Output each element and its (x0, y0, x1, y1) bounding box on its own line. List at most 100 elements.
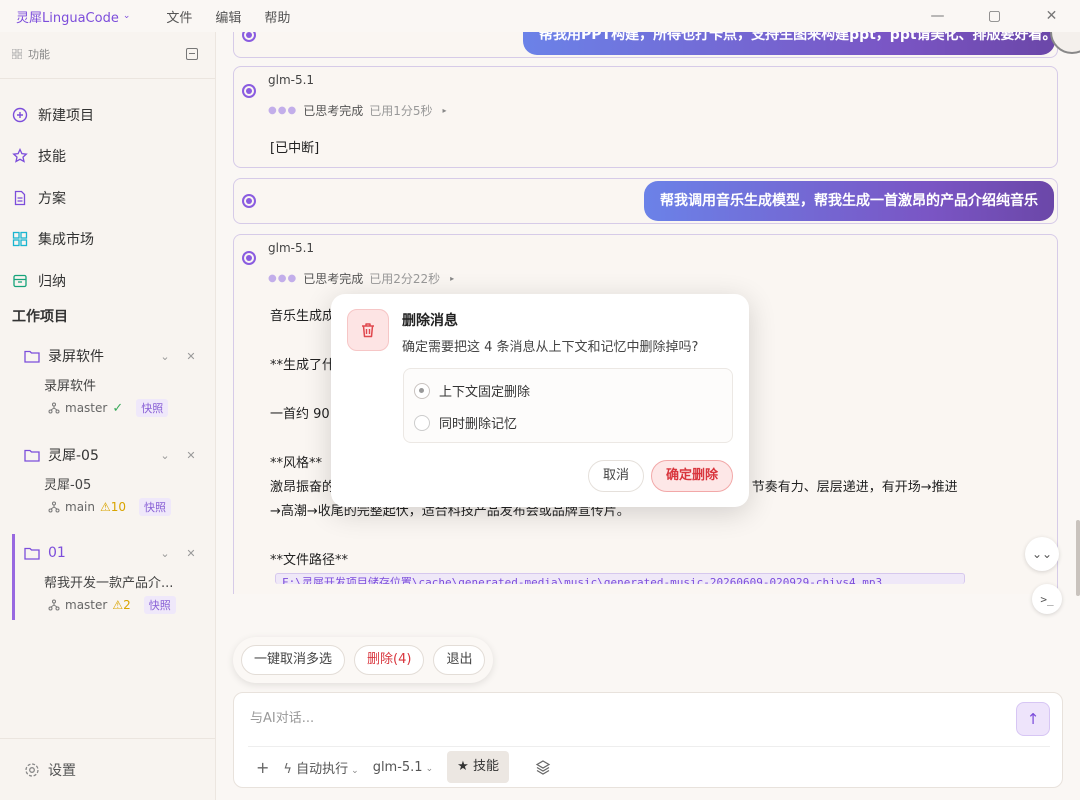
project-item[interactable]: 录屏软件 ⌄ ✕ 录屏软件 master ✓ 快照 (12, 345, 204, 417)
sidebar-item-label: 方案 (38, 190, 66, 207)
sidebar-item-archive[interactable]: 归纳 (12, 260, 204, 302)
skills-button[interactable]: ★ 技能 (447, 751, 509, 783)
message-select-radio[interactable] (242, 84, 256, 98)
branch-icon (48, 402, 60, 414)
thinking-status[interactable]: ●●● 已思考完成 已用1分5秒 ▸ (268, 102, 447, 119)
chevron-down-icon: ⌄ (425, 763, 434, 774)
settings-label: 设置 (48, 763, 76, 779)
chevron-down-icon: ⌄ (122, 11, 131, 21)
send-button[interactable]: ↑ (1016, 702, 1050, 736)
user-message-bubble: 帮我调用音乐生成模型，帮我生成一首激昂的产品介绍纯音乐 (644, 181, 1054, 221)
radio-unselected[interactable] (414, 414, 430, 431)
scrollbar-thumb[interactable] (1076, 520, 1080, 596)
settings-button[interactable]: 设置 (24, 760, 76, 780)
arrow-up-icon: ↑ (1026, 710, 1040, 728)
project-name: 录屏软件 (48, 349, 104, 365)
exit-multiselect-button[interactable]: 退出 (433, 645, 486, 675)
auto-exec-dropdown[interactable]: ϟ 自动执行 ⌄ (283, 758, 358, 777)
sidebar-item-skills[interactable]: 技能 (12, 136, 204, 178)
warning-count: ⚠2 (112, 598, 131, 612)
gear-icon (25, 763, 39, 777)
project-item[interactable]: 灵犀-05 ⌄ ✕ 灵犀-05 main ⚠10 快照 (12, 444, 204, 516)
sidebar-item-plans[interactable]: 方案 (12, 177, 204, 219)
plus-circle-icon (12, 107, 28, 122)
terminal-button[interactable]: >_ (1032, 584, 1062, 614)
branch-name: main (65, 500, 95, 514)
snapshot-badge[interactable]: 快照 (136, 399, 169, 417)
radio-selected[interactable] (414, 382, 430, 399)
window-controls: — ▢ ✕ (909, 0, 1080, 32)
message-select-radio[interactable] (242, 251, 256, 265)
chevron-down-icon[interactable]: ⌄ (152, 547, 178, 560)
document-icon (14, 190, 26, 205)
scroll-to-bottom-button[interactable]: ⌄⌄ (1025, 537, 1059, 571)
chat-input[interactable]: 与AI对话... (250, 707, 314, 726)
sidebar-item-market[interactable]: 集成市场 (12, 219, 204, 261)
section-title-projects: 工作项目 (12, 309, 68, 325)
sidebar-nav: 新建项目 技能 方案 集成市场 归纳 (12, 94, 204, 302)
branch-icon (48, 599, 60, 611)
snapshot-badge[interactable]: 快照 (143, 596, 176, 614)
sidebar: 功能 新建项目 技能 方案 集成市场 归纳 工作项目 录屏软件 ⌄ ✕ 录屏软件… (0, 32, 216, 800)
dialog-title: 删除消息 (402, 313, 458, 329)
thinking-dots-icon: ●●● (268, 273, 298, 284)
message-text: [已中断] (270, 141, 320, 156)
expand-icon: ▸ (450, 274, 455, 283)
project-name: 01 (48, 545, 66, 561)
chevron-down-icon: ⌄ (351, 765, 359, 776)
project-item-active[interactable]: 01 ⌄ ✕ 帮我开发一款产品介... master ⚠2 快照 (12, 534, 204, 620)
trash-icon (362, 323, 374, 338)
collapse-icon[interactable] (186, 48, 198, 60)
menu-help[interactable]: 帮助 (264, 7, 290, 26)
option-context-delete[interactable]: 上下文固定删除 (414, 381, 530, 400)
project-name: 灵犀-05 (48, 448, 99, 464)
sidebar-header-label: 功能 (28, 48, 50, 61)
cancel-multiselect-button[interactable]: 一键取消多选 (241, 645, 346, 675)
model-name: glm-5.1 (268, 73, 315, 87)
layers-icon[interactable] (535, 759, 551, 775)
star-icon: ★ (457, 759, 469, 774)
cancel-button[interactable]: 取消 (588, 460, 644, 492)
sidebar-header: 功能 (12, 46, 198, 62)
project-subtitle: 录屏软件 (44, 379, 97, 394)
close-icon[interactable]: ✕ (178, 547, 204, 560)
message-select-radio[interactable] (242, 194, 256, 208)
delete-selected-button[interactable]: 删除(4) (354, 645, 425, 675)
close-icon[interactable]: ✕ (1023, 0, 1080, 32)
maximize-icon[interactable]: ▢ (966, 0, 1023, 32)
snapshot-badge[interactable]: 快照 (139, 498, 172, 516)
thinking-status[interactable]: ●●● 已思考完成 已用2分22秒 ▸ (268, 270, 454, 287)
branch-name: master (65, 401, 108, 415)
sidebar-item-label: 技能 (38, 149, 66, 166)
terminal-icon: >_ (1040, 592, 1054, 606)
close-icon[interactable]: ✕ (178, 449, 204, 462)
minimize-icon[interactable]: — (909, 0, 966, 32)
sidebar-item-label: 归纳 (38, 273, 66, 290)
check-icon: ✓ (112, 400, 124, 416)
sidebar-item-label: 新建项目 (38, 107, 94, 124)
warning-count: ⚠10 (99, 500, 127, 514)
menu-edit[interactable]: 编辑 (215, 7, 241, 26)
star-icon (12, 148, 28, 164)
menu-file[interactable]: 文件 (166, 7, 192, 26)
confirm-delete-button[interactable]: 确定删除 (651, 460, 733, 492)
project-subtitle: 灵犀-05 (44, 478, 92, 493)
delete-message-dialog: 删除消息 确定需要把这 4 条消息从上下文和记忆中删除掉吗? 上下文固定删除 同… (331, 294, 749, 507)
close-icon[interactable]: ✕ (178, 350, 204, 363)
model-name: glm-5.1 (268, 241, 315, 255)
folder-icon (24, 547, 40, 560)
double-chevron-down-icon: ⌄⌄ (1031, 547, 1053, 561)
app-brand[interactable]: 灵犀LinguaCode ⌄ (16, 7, 130, 26)
apps-icon (12, 49, 22, 59)
dialog-description: 确定需要把这 4 条消息从上下文和记忆中删除掉吗? (402, 340, 699, 355)
option-delete-memory[interactable]: 同时删除记忆 (414, 413, 517, 432)
chevron-down-icon[interactable]: ⌄ (152, 350, 178, 363)
chevron-down-icon[interactable]: ⌄ (152, 449, 178, 462)
file-path-code[interactable]: F:\灵犀开发项目储存位置\cache\generated-media\musi… (275, 573, 965, 584)
plus-icon[interactable]: + (256, 758, 269, 777)
sidebar-item-new-project[interactable]: 新建项目 (12, 94, 204, 136)
model-dropdown[interactable]: glm-5.1 ⌄ (373, 760, 433, 775)
title-bar: 灵犀LinguaCode ⌄ 文件 编辑 帮助 — ▢ ✕ (0, 0, 1080, 32)
grid-icon (12, 232, 28, 247)
sidebar-item-label: 集成市场 (38, 232, 94, 249)
